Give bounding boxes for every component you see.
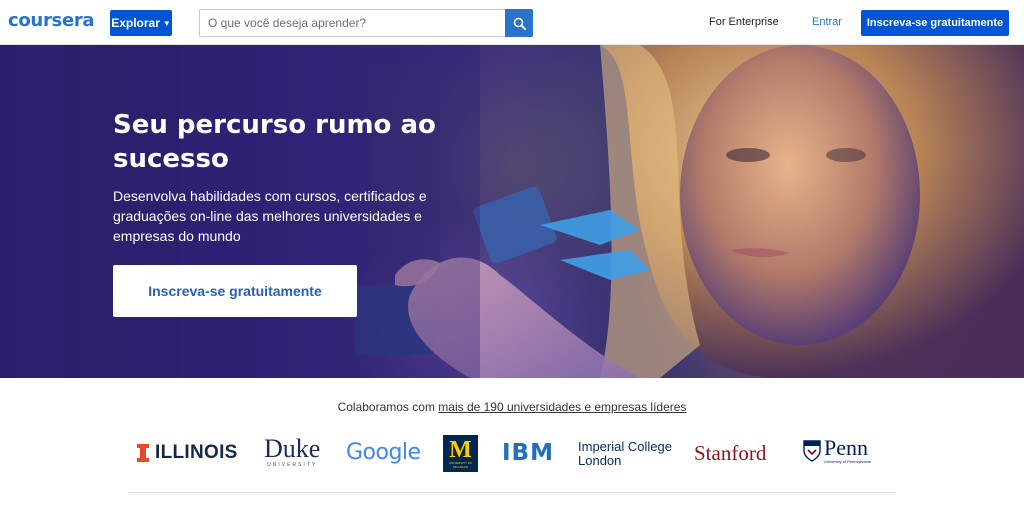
ibm-text: IBM (502, 440, 554, 466)
hero-subtitle: Desenvolva habilidades com cursos, certi… (113, 188, 427, 244)
penn-text: Penn (824, 435, 868, 460)
michigan-logo[interactable]: M UNIVERSITY OF MICHIGAN (443, 435, 478, 472)
michigan-subtext: UNIVERSITY OF MICHIGAN (449, 460, 472, 469)
for-enterprise-link[interactable]: For Enterprise (709, 16, 779, 28)
coursera-logo[interactable]: coursera (8, 10, 95, 31)
top-nav-bar: coursera Explorar ▼ For Enterprise Entra… (0, 0, 1024, 45)
chevron-down-icon: ▼ (162, 18, 171, 28)
search-button[interactable] (505, 9, 533, 37)
google-logo[interactable]: Google (346, 440, 421, 465)
partners-prefix: Colaboramos com (337, 400, 439, 414)
search-bar (199, 9, 533, 37)
stanford-logo[interactable]: Stanford (694, 441, 766, 466)
signup-button-header[interactable]: Inscreva-se gratuitamente (861, 10, 1009, 36)
explore-label: Explorar (111, 16, 160, 30)
penn-shield-icon (803, 439, 821, 462)
explore-button[interactable]: Explorar ▼ (110, 10, 172, 36)
ibm-logo[interactable]: IBM (502, 440, 554, 466)
search-icon (513, 17, 526, 30)
hero-signup-button[interactable]: Inscreva-se gratuitamente (113, 265, 357, 317)
duke-text: Duke (264, 434, 321, 463)
imperial-line2: London (578, 453, 622, 468)
section-divider (128, 492, 896, 493)
google-text: Google (346, 440, 421, 465)
stanford-text: Stanford (694, 441, 767, 465)
partners-caption: Colaboramos com mais de 190 universidade… (0, 400, 1024, 414)
penn-text-group: Penn University of Pennsylvania (824, 435, 871, 465)
michigan-m: M (449, 436, 472, 463)
illinois-logo[interactable]: ILLINOIS (136, 442, 238, 464)
illinois-text: ILLINOIS (155, 442, 238, 463)
hero-banner: Seu percurso rumo ao sucesso Desenvolva … (0, 45, 1024, 378)
hero-title: Seu percurso rumo ao sucesso (113, 110, 436, 174)
login-link[interactable]: Entrar (812, 16, 842, 28)
penn-subtext: University of Pennsylvania (824, 459, 871, 464)
duke-logo[interactable]: Duke UNIVERSITY (264, 434, 321, 469)
imperial-line1: Imperial College (578, 439, 672, 454)
imperial-logo[interactable]: Imperial College London (578, 440, 672, 468)
partner-logos: ILLINOIS Duke UNIVERSITY Google M UNIVER… (0, 432, 1024, 476)
illinois-i-icon (137, 444, 149, 462)
duke-subtext: UNIVERSITY (267, 462, 318, 468)
partners-link[interactable]: mais de 190 universidades e empresas líd… (438, 400, 686, 414)
penn-logo[interactable]: Penn University of Pennsylvania (802, 437, 871, 464)
search-input[interactable] (200, 10, 506, 36)
